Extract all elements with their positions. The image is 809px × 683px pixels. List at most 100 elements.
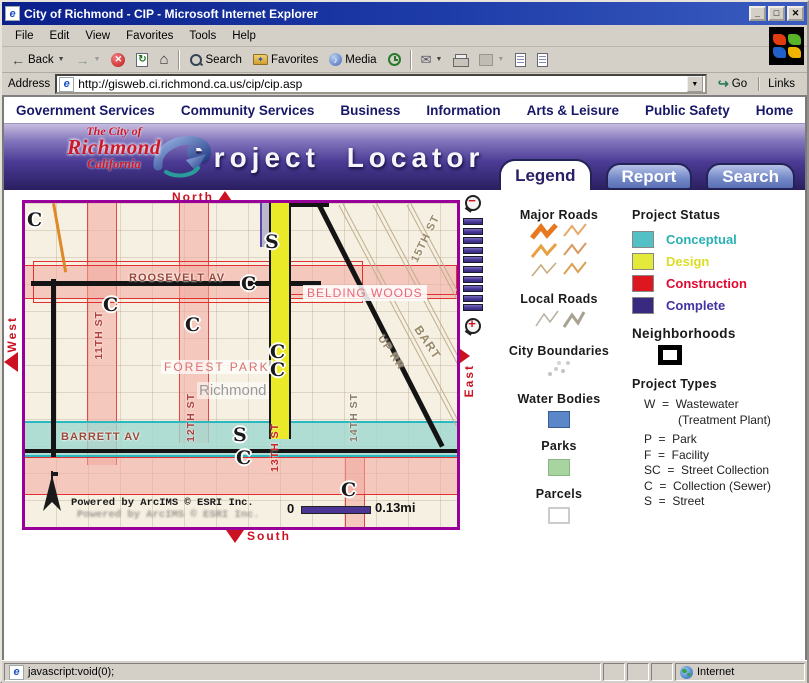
zoom-level-bar[interactable] bbox=[463, 294, 483, 302]
menu-item-file[interactable]: File bbox=[8, 28, 41, 44]
pan-west-arrow-icon[interactable] bbox=[4, 352, 18, 372]
menu-item-favorites[interactable]: Favorites bbox=[119, 28, 180, 44]
nav-item-arts-leisure[interactable]: Arts & Leisure bbox=[527, 103, 619, 118]
local-roads-symbol bbox=[494, 306, 624, 337]
zoom-level-bar[interactable] bbox=[463, 218, 483, 225]
history-button[interactable] bbox=[383, 50, 406, 69]
project-type-line: (Treatment Plant) bbox=[678, 412, 771, 427]
nav-item-information[interactable]: Information bbox=[426, 103, 500, 118]
street-label-12th: 12TH ST bbox=[185, 393, 197, 443]
tab-report[interactable]: Report bbox=[605, 163, 693, 190]
zoom-level-bars bbox=[463, 218, 485, 312]
favorites-icon: ✦ bbox=[252, 54, 268, 65]
tab-legend[interactable]: Legend bbox=[499, 159, 592, 190]
mail-icon: ✉ bbox=[420, 51, 432, 67]
status-zone-pane: Internet bbox=[675, 663, 805, 681]
edit-button[interactable] bbox=[510, 50, 531, 70]
history-icon bbox=[387, 53, 401, 66]
water-bodies-symbol bbox=[494, 411, 624, 429]
parcels-title: Parcels bbox=[535, 487, 583, 501]
window-title: City of Richmond - CIP - Microsoft Inter… bbox=[24, 6, 318, 21]
zoom-level-bar[interactable] bbox=[463, 285, 483, 293]
menu-item-edit[interactable]: Edit bbox=[43, 28, 77, 44]
address-dropdown-icon[interactable]: ▼ bbox=[686, 76, 703, 92]
zoom-level-bar[interactable] bbox=[463, 304, 483, 312]
address-input[interactable] bbox=[78, 77, 683, 91]
zoom-level-bar[interactable] bbox=[463, 256, 483, 264]
go-button[interactable]: ↪ Go bbox=[712, 75, 753, 93]
nav-item-community-services[interactable]: Community Services bbox=[181, 103, 315, 118]
title-bar: e City of Richmond - CIP - Microsoft Int… bbox=[2, 2, 807, 25]
discuss-button[interactable] bbox=[532, 50, 553, 70]
forward-dropdown-icon[interactable]: ▼ bbox=[94, 56, 101, 63]
zoom-in-button[interactable]: + bbox=[463, 317, 483, 337]
map-marker-c: C bbox=[185, 314, 201, 336]
neighborhood-boundary-west bbox=[51, 279, 56, 457]
fullscreen-button[interactable]: ▼ bbox=[474, 51, 509, 69]
neighborhoods-symbol bbox=[658, 345, 682, 365]
print-button[interactable] bbox=[448, 51, 473, 69]
major-roads-symbol bbox=[494, 222, 624, 285]
zoom-out-icon: − bbox=[468, 193, 476, 208]
media-button[interactable]: ♪ Media bbox=[324, 50, 381, 69]
maximize-button[interactable]: □ bbox=[768, 6, 785, 21]
zoom-in-icon: + bbox=[468, 316, 476, 332]
scale-bar bbox=[301, 506, 371, 514]
tab-search[interactable]: Search bbox=[706, 163, 795, 190]
zoom-level-bar[interactable] bbox=[463, 227, 483, 235]
windows-logo-icon bbox=[769, 27, 804, 65]
belding-woods-label: BELDING WOODS bbox=[303, 285, 427, 301]
back-button[interactable]: ← Back ▼ bbox=[6, 50, 70, 70]
back-dropdown-icon[interactable]: ▼ bbox=[58, 56, 65, 63]
zoom-level-bar[interactable] bbox=[463, 237, 483, 245]
search-button[interactable]: Search bbox=[184, 50, 247, 70]
forward-button[interactable]: → ▼ bbox=[71, 50, 106, 70]
zoom-out-button[interactable]: − bbox=[463, 194, 483, 214]
status-label-conceptual: Conceptual bbox=[666, 231, 737, 247]
status-swatch-construction bbox=[632, 274, 654, 292]
zoom-level-bar[interactable] bbox=[463, 275, 483, 283]
windows-logo-red bbox=[772, 34, 786, 45]
home-button[interactable]: ⌂ bbox=[154, 48, 173, 71]
project-types-title: Project Types bbox=[632, 377, 717, 391]
menu-item-tools[interactable]: Tools bbox=[182, 28, 223, 44]
favorites-button[interactable]: ✦ Favorites bbox=[248, 51, 323, 69]
links-button[interactable]: Links bbox=[758, 77, 803, 91]
scale-end: 0.13mi bbox=[375, 500, 416, 515]
nav-item-government-services[interactable]: Government Services bbox=[16, 103, 155, 118]
close-button[interactable]: ✕ bbox=[787, 6, 804, 21]
back-label: Back bbox=[28, 53, 54, 66]
up-rr-label: UP RR bbox=[375, 333, 407, 373]
pan-south-arrow-icon[interactable] bbox=[226, 529, 244, 543]
nav-item-business[interactable]: Business bbox=[340, 103, 400, 118]
nav-item-home[interactable]: Home bbox=[756, 103, 794, 118]
status-empty-pane bbox=[603, 663, 625, 681]
project-status-title: Project Status bbox=[632, 208, 721, 222]
minimize-button[interactable]: _ bbox=[749, 6, 766, 21]
menu-item-help[interactable]: Help bbox=[225, 28, 263, 44]
zoom-level-bar[interactable] bbox=[463, 265, 483, 273]
media-icon: ♪ bbox=[329, 53, 343, 66]
address-field: e ▼ bbox=[55, 74, 707, 94]
zoom-level-bar[interactable] bbox=[463, 246, 483, 254]
ie-page-icon: e bbox=[59, 76, 75, 92]
search-icon bbox=[189, 53, 203, 67]
map-marker-c: C bbox=[270, 359, 286, 381]
street-label-14th: 14TH ST bbox=[348, 393, 360, 443]
refresh-icon: ↻ bbox=[136, 52, 149, 67]
mail-button[interactable]: ✉ ▼ bbox=[416, 49, 448, 71]
status-swatch-conceptual bbox=[632, 230, 654, 248]
neighborhoods-title: Neighborhoods bbox=[632, 326, 736, 341]
east-label: East bbox=[462, 364, 476, 398]
city-logo: The City of Richmond California bbox=[56, 125, 172, 171]
map[interactable]: ROOSEVELT AV BARRETT AV BELDING WOODS FO… bbox=[22, 200, 460, 530]
nav-item-public-safety[interactable]: Public Safety bbox=[645, 103, 730, 118]
stop-button[interactable]: ✕ bbox=[106, 50, 130, 70]
map-canvas[interactable]: ROOSEVELT AV BARRETT AV BELDING WOODS FO… bbox=[25, 203, 457, 527]
mail-dropdown-icon[interactable]: ▼ bbox=[435, 56, 442, 63]
menu-item-view[interactable]: View bbox=[78, 28, 117, 44]
refresh-button[interactable]: ↻ bbox=[131, 50, 153, 70]
main-area: North South West East − + ROOSEVELT AV B… bbox=[4, 190, 805, 660]
project-type-line: S = Street bbox=[644, 494, 705, 508]
edit-document-icon bbox=[515, 52, 527, 67]
